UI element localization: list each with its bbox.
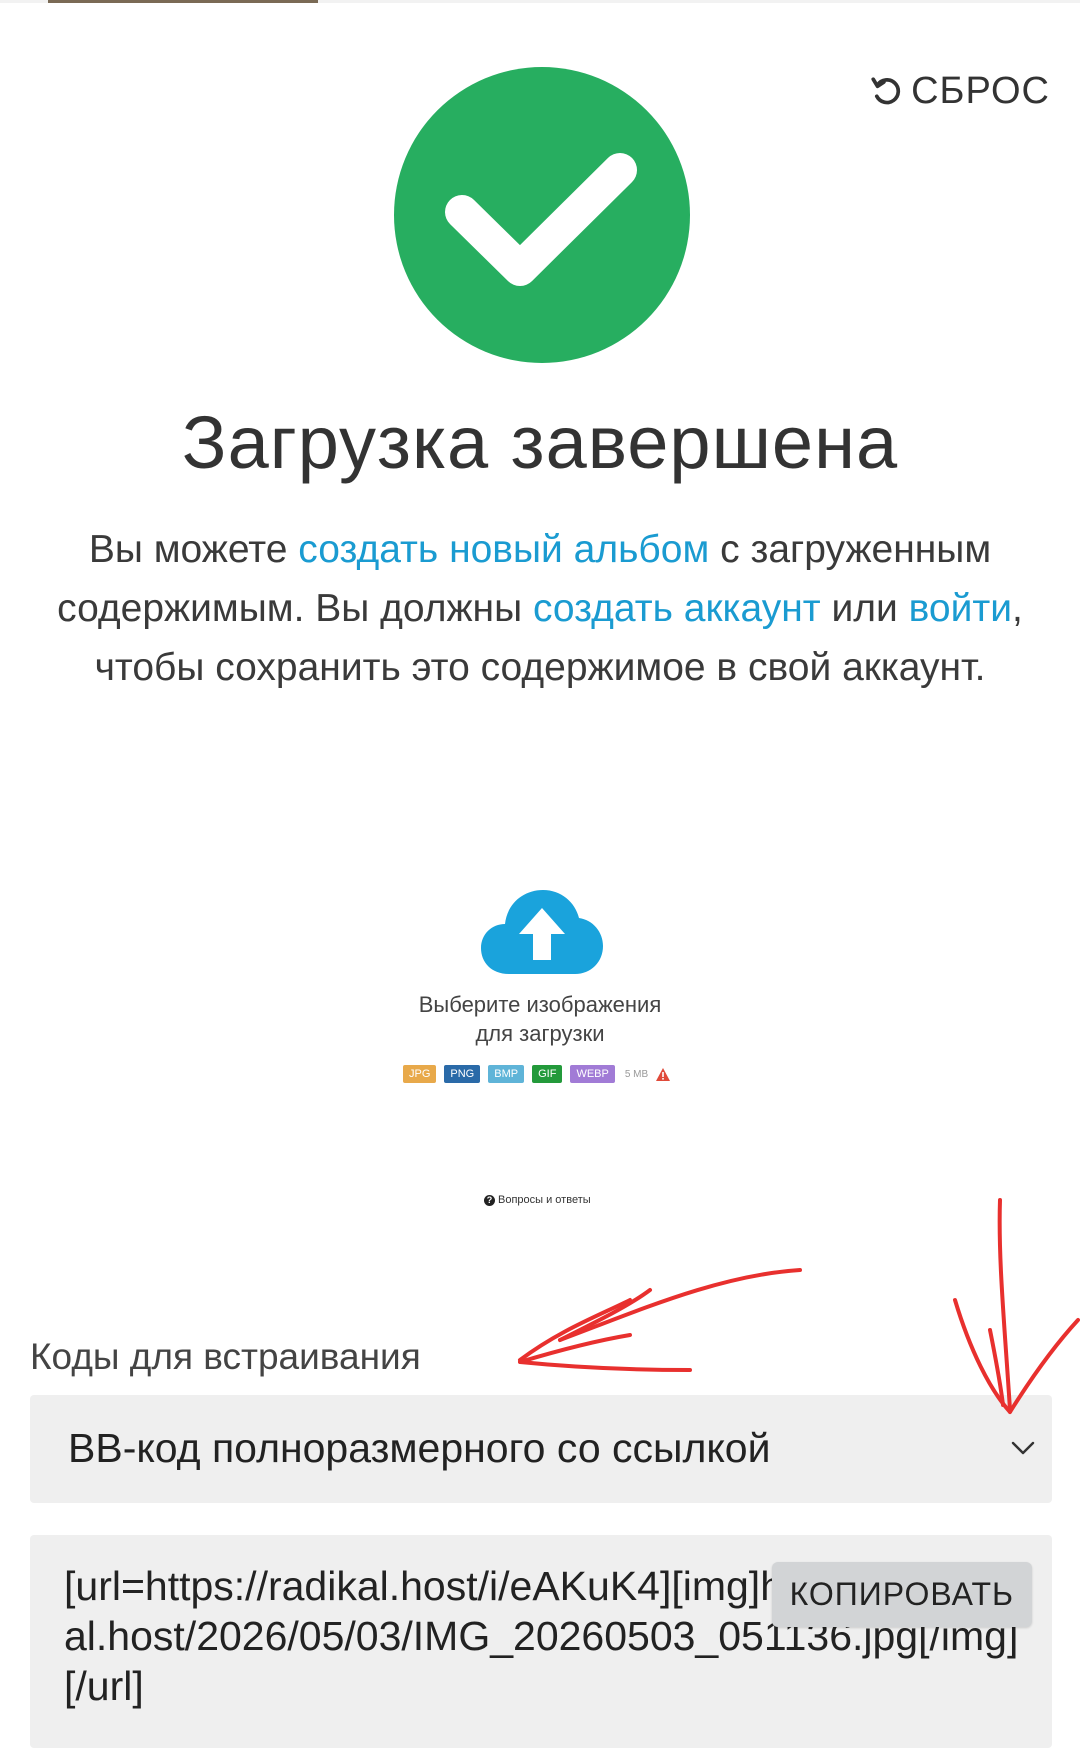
embed-code-selected: BB-код полноразмерного со ссылкой — [68, 1425, 771, 1471]
cloud-upload-icon[interactable] — [481, 888, 603, 976]
embed-codes-label: Коды для встраивания — [30, 1336, 421, 1377]
faq-link[interactable]: ? Вопросы и ответы — [484, 1194, 591, 1206]
reset-icon — [871, 76, 901, 104]
login-link[interactable]: войти — [909, 587, 1012, 630]
embed-code-box[interactable]: [url=https://radikal.host/i/eAKuK4][img]… — [30, 1535, 1052, 1748]
warning-icon — [656, 1067, 671, 1081]
success-check-icon — [394, 67, 690, 363]
reset-label: СБРОС — [911, 70, 1050, 112]
create-account-link[interactable]: создать аккаунт — [533, 587, 821, 630]
format-badge-png: PNG — [444, 1065, 481, 1083]
chevron-down-icon — [1011, 1441, 1035, 1455]
thumbnail-edge — [48, 0, 318, 3]
copy-button[interactable]: КОПИРОВАТЬ — [771, 1562, 1032, 1627]
question-icon: ? — [484, 1194, 495, 1206]
embed-code-select[interactable]: BB-код полноразмерного со ссылкой — [30, 1395, 1052, 1503]
create-album-link[interactable]: создать новый альбом — [298, 528, 709, 571]
faq-label: Вопросы и ответы — [498, 1194, 591, 1206]
previous-content-edge — [0, 0, 1080, 3]
reset-button[interactable]: СБРОС — [869, 70, 1050, 113]
upload-prompt-line2: для загрузки — [475, 1021, 605, 1046]
format-badge-bmp: BMP — [488, 1065, 525, 1083]
format-badge-gif: GIF — [532, 1065, 563, 1083]
format-badge-jpg: JPG — [403, 1065, 437, 1083]
upload-description: Вы можете создать новый альбом с загруже… — [30, 520, 1050, 697]
upload-prompt[interactable]: Выберите изображения для загрузки — [340, 990, 740, 1048]
page-title: Загрузка завершена — [181, 401, 899, 484]
format-badge-webp: WEBP — [570, 1065, 615, 1083]
max-size-label: 5 MB — [624, 1068, 649, 1080]
desc-text-1: Вы можете — [88, 528, 299, 571]
upload-prompt-line1: Выберите изображения — [418, 992, 662, 1017]
desc-text-3: или — [820, 587, 909, 630]
format-badges: JPG PNG BMP GIF WEBP 5 MB — [403, 1065, 671, 1083]
